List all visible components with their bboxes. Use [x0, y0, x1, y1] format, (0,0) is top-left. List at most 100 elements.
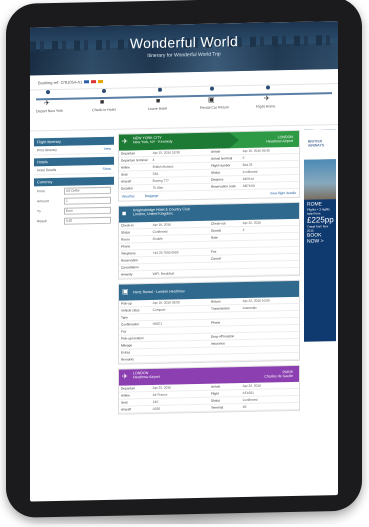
- timeline-dot: [266, 85, 270, 90]
- timeline-step-label: Flight Home: [256, 104, 276, 109]
- flight-detail-value: Apr 16, 2016 06:30: [242, 148, 270, 154]
- timeline-step[interactable]: ■ Check-in Hotel: [92, 88, 150, 113]
- sidebar-row-link[interactable]: Show: [103, 167, 111, 171]
- return-flight-detail-value: 2E: [242, 404, 247, 410]
- timeline-step[interactable]: ✈ Depart New York: [36, 90, 94, 114]
- car-detail-label: [209, 357, 243, 358]
- flight-detail-label: Reservation code: [211, 184, 236, 189]
- return-flight-detail-label: Arrival: [211, 384, 221, 389]
- flight-detail-label: Flight number: [211, 163, 231, 168]
- car-detail-label: Vehicle class: [121, 308, 140, 313]
- hotel-detail-value: [243, 257, 299, 258]
- return-flight-detail-label: Status: [211, 398, 221, 403]
- hotel-detail-label: Phone: [121, 244, 131, 249]
- advert-cta[interactable]: BOOK NOW >: [307, 232, 333, 244]
- sidebar-row-link[interactable]: View: [104, 147, 111, 151]
- car-detail-value: Apr 16, 2016 08:00: [152, 300, 180, 305]
- sidebar-row-label: Print itinerary: [37, 147, 57, 153]
- car-detail-label: Remarks: [121, 357, 134, 362]
- timeline-step-label: Depart New York: [36, 108, 63, 114]
- currency-select[interactable]: 0.92: [64, 216, 111, 225]
- flight-detail-value: British Airways: [152, 164, 174, 169]
- view-flight-details-link[interactable]: View flight details: [270, 191, 296, 196]
- flight-link[interactable]: Weather: [122, 194, 135, 198]
- car-icon: ▣: [208, 96, 215, 104]
- hotel-detail-value: +44 20 7000 0000: [152, 250, 179, 255]
- hotel-detail-label: Check-in: [121, 223, 134, 228]
- flight-destination: LONDON Heathrow Airport: [266, 135, 293, 144]
- hotel-detail-value: [243, 271, 299, 272]
- timeline-step-label: Leave Hotel: [148, 106, 168, 112]
- hotel-detail-label: Reservation: [121, 258, 139, 263]
- flag-icon-uk[interactable]: [84, 79, 90, 83]
- flag-icon-es[interactable]: [91, 79, 97, 83]
- flight-detail-value: Apr 15, 2016 18:30: [152, 150, 180, 155]
- hotel-detail-value: [243, 264, 299, 265]
- hotel-detail-value: Apr 22, 2016: [242, 220, 261, 226]
- flight-detail-value: 23A: [152, 171, 159, 176]
- timeline-step[interactable]: ✈ Flight Home: [256, 85, 314, 109]
- currency-field-label: Result: [37, 219, 47, 224]
- hotel-detail-label: Guests: [211, 228, 222, 233]
- hotel-detail-label: Fax: [211, 249, 217, 254]
- return-flight-detail-label: Aircraft: [121, 407, 132, 412]
- advert-banner[interactable]: BRITISH AIRWAYS ROME Flights + 3 nights …: [304, 129, 336, 342]
- hotel-detail-label: Amenity: [121, 272, 133, 277]
- hotel-detail-value: [153, 259, 209, 260]
- hotel-detail-label: Check-out: [211, 221, 226, 226]
- flight-detail-value: Confirmed: [242, 169, 258, 175]
- timeline-step[interactable]: ■ Leave Hotel: [148, 87, 206, 112]
- hotel-detail-value: 2: [242, 228, 245, 233]
- sidebar-row-label: Hotel Details: [37, 167, 57, 173]
- hotel-icon: ■: [156, 97, 161, 105]
- car-detail-value: Apr 22, 2016 10:00: [242, 298, 270, 304]
- main-content: Flight Itinerary Print itinerary View Hotel…: [30, 125, 338, 501]
- flight-detail-value: 5: [242, 156, 245, 161]
- flight-detail-value: 4: [152, 157, 155, 162]
- currency-select[interactable]: 1: [64, 196, 111, 205]
- flight-detail-label: Arrival terminal: [211, 156, 233, 161]
- car-detail-label: Phone: [211, 320, 221, 325]
- return-flight-card: ✈ LONDON Heathrow Airport PARIS Charles de…: [118, 364, 300, 415]
- hotel-detail-value: [243, 236, 299, 237]
- hotel-detail-label: Telephone: [121, 251, 136, 256]
- return-flight-detail-label: Flight: [211, 391, 219, 396]
- car-detail-label: Fax: [121, 329, 127, 334]
- car-detail-value: [243, 314, 299, 315]
- car-detail-label: Mileage: [121, 343, 133, 348]
- car-detail-value: [153, 351, 209, 352]
- advert-brand: BRITISH AIRWAYS: [308, 139, 325, 148]
- advert-copy: ROME Flights + 3 nights hotel from £225p…: [304, 199, 336, 247]
- currency-select[interactable]: US Dollar: [64, 186, 111, 195]
- flag-icon-de[interactable]: [98, 79, 104, 83]
- currency-select[interactable]: Euro: [64, 206, 111, 215]
- plane-icon: ✈: [122, 138, 128, 146]
- hotel-detail-label: Room: [121, 237, 130, 242]
- car-detail-label: Extras: [121, 350, 131, 355]
- return-dest-sub: Charles de Gaulle: [264, 373, 293, 379]
- car-detail-label: [209, 350, 243, 351]
- timeline-step-label: Check-in Hotel: [92, 107, 116, 113]
- timeline-step[interactable]: ▣ Rental Car Return: [200, 86, 258, 110]
- car-detail-value: [153, 344, 209, 345]
- tablet-screen: Wonderful World Itinerary for Wonderful …: [30, 21, 338, 502]
- flight-detail-label: Duration: [121, 186, 134, 191]
- flight-detail-value: 7h 00m: [152, 185, 164, 190]
- flight-links-left: Weather Baggage: [122, 194, 168, 199]
- timeline-dot: [210, 86, 214, 91]
- return-flight-detail-value: Confirmed: [242, 397, 258, 403]
- hotel-detail-value: [153, 266, 209, 267]
- flight-link[interactable]: Baggage: [145, 194, 159, 198]
- return-flight-detail-label: Seat: [121, 400, 128, 405]
- hotel-detail-label: Cancel: [211, 256, 221, 261]
- hotel-card: ■ Knightsbridge Hotel & Country Club Lond…: [118, 201, 300, 280]
- hotel-detail-value: Double: [152, 236, 163, 241]
- hotel-detail-label: Cancellation: [121, 265, 139, 270]
- car-detail-value: [243, 335, 299, 336]
- return-flight-detail-label: Departure: [121, 386, 136, 391]
- flight-detail-label: Status: [211, 170, 221, 175]
- return-flight-detail-value: Air France: [152, 392, 168, 397]
- hotel-detail-value: [243, 250, 299, 251]
- car-detail-label: Pick-up location: [121, 336, 144, 341]
- currency-field-label: From: [37, 189, 45, 194]
